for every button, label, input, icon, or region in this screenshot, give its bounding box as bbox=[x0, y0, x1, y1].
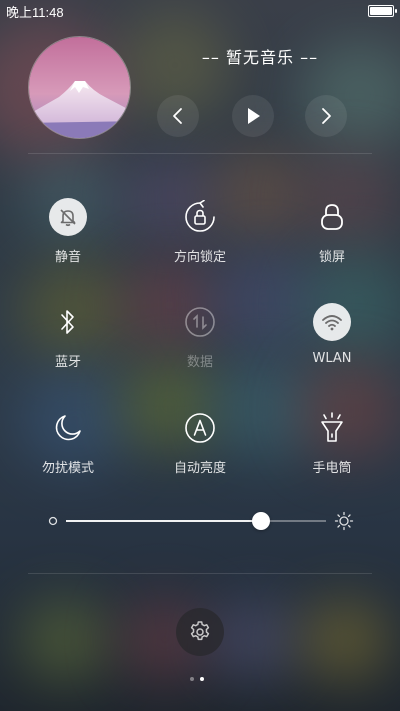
brightness-track[interactable] bbox=[66, 520, 326, 522]
toggle-mute[interactable]: 静音 bbox=[8, 198, 128, 265]
previous-track-button[interactable] bbox=[157, 95, 199, 137]
toggle-label: 方向锁定 bbox=[173, 250, 226, 265]
page-indicator bbox=[190, 677, 204, 681]
toggle-label: 自动亮度 bbox=[173, 461, 226, 476]
bluetooth-icon bbox=[61, 310, 74, 334]
play-button[interactable] bbox=[232, 95, 274, 137]
toggle-label: 锁屏 bbox=[318, 250, 345, 265]
toggle-bluetooth-circle bbox=[49, 303, 87, 341]
toggle-flashlight[interactable]: 手电筒 bbox=[272, 409, 392, 476]
page-dot-active bbox=[200, 677, 204, 681]
page-dot bbox=[190, 677, 194, 681]
toggle-lock-screen-circle bbox=[313, 198, 351, 236]
play-icon bbox=[248, 108, 260, 124]
toggle-rotation-lock[interactable]: 方向锁定 bbox=[140, 198, 260, 265]
lock-icon bbox=[321, 204, 343, 230]
battery-icon bbox=[368, 5, 397, 17]
toggle-rotation-lock-circle bbox=[181, 198, 219, 236]
status-bar: 晚上11:48 bbox=[0, 0, 400, 22]
chevron-right-icon bbox=[322, 108, 331, 124]
flashlight-icon bbox=[321, 412, 343, 442]
toggle-label: 数据 bbox=[186, 355, 213, 370]
toggle-auto-brightness[interactable]: 自动亮度 bbox=[140, 409, 260, 476]
status-time: 晚上11:48 bbox=[6, 4, 64, 20]
gear-icon bbox=[190, 621, 210, 641]
toggle-label: 静音 bbox=[54, 250, 81, 265]
data-icon bbox=[185, 307, 215, 337]
moon-icon bbox=[55, 415, 81, 441]
toggle-lock-screen[interactable]: 锁屏 bbox=[272, 198, 392, 265]
brightness-track-fill bbox=[66, 520, 261, 522]
divider bbox=[28, 573, 372, 574]
chevron-left-icon bbox=[173, 108, 182, 124]
toggle-bluetooth[interactable]: 蓝牙 bbox=[8, 303, 128, 370]
brightness-high-icon bbox=[334, 511, 354, 531]
toggle-data[interactable]: 数据 bbox=[140, 303, 260, 370]
toggle-label: WLAN bbox=[312, 351, 352, 366]
control-center: 晚上11:48 –– 暂无音乐 –– 静音 方向锁定 锁屏 蓝牙 数据 WLAN… bbox=[0, 0, 400, 711]
toggle-label: 勿扰模式 bbox=[41, 461, 94, 476]
toggle-do-not-disturb-circle bbox=[49, 409, 87, 447]
divider bbox=[28, 153, 372, 154]
wifi-icon bbox=[322, 315, 342, 331]
toggle-wlan-circle bbox=[313, 303, 351, 341]
song-title: –– 暂无音乐 –– bbox=[201, 48, 319, 67]
toggle-label: 蓝牙 bbox=[54, 355, 81, 370]
toggle-auto-brightness-circle bbox=[181, 409, 219, 447]
album-art[interactable] bbox=[28, 36, 131, 139]
next-track-button[interactable] bbox=[305, 95, 347, 137]
rotation-lock-icon bbox=[185, 200, 215, 232]
brightness-low-icon bbox=[48, 516, 58, 526]
toggle-data-circle bbox=[181, 303, 219, 341]
brightness-thumb[interactable] bbox=[252, 512, 270, 530]
settings-button[interactable] bbox=[176, 608, 224, 656]
toggle-label: 手电筒 bbox=[312, 461, 352, 476]
toggle-wlan[interactable]: WLAN bbox=[272, 303, 392, 366]
auto-brightness-icon bbox=[185, 413, 215, 443]
brightness-slider[interactable] bbox=[44, 508, 360, 534]
bell-off-icon bbox=[60, 209, 76, 227]
toggle-flashlight-circle bbox=[313, 409, 351, 447]
toggle-do-not-disturb[interactable]: 勿扰模式 bbox=[8, 409, 128, 476]
toggle-mute-circle bbox=[49, 198, 87, 236]
